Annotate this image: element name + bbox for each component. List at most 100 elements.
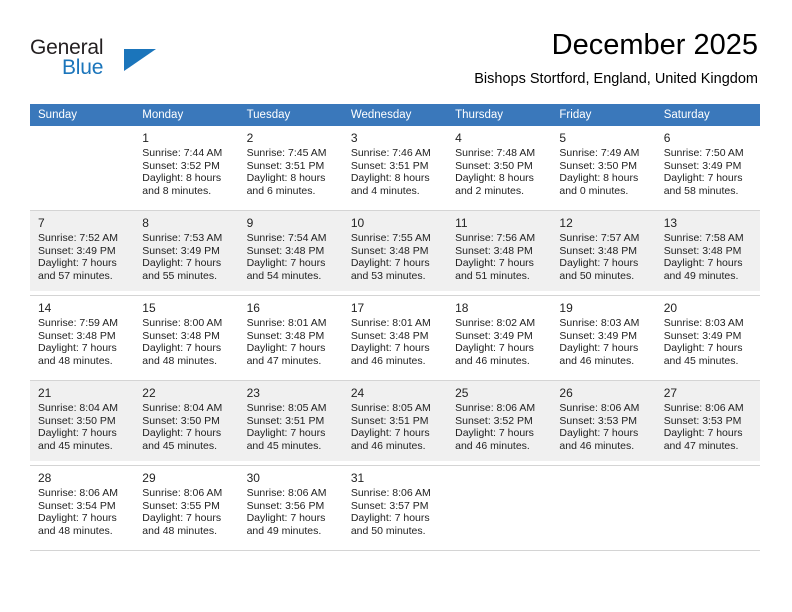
calendar-day-cell[interactable]: 17 Sunrise: 8:01 AM Sunset: 3:48 PM Dayligh…	[342, 295, 448, 381]
calendar-day-content: 29 Sunrise: 8:06 AM Sunset: 3:55 PM Dayligh…	[134, 466, 239, 546]
calendar-week-row: 14 Sunrise: 7:59 AM Sunset: 3:48 PM Dayligh…	[30, 295, 760, 381]
daylight-duration-line1: Daylight: 7 hours	[350, 257, 430, 270]
calendar-day-cell[interactable]: 2 Sunrise: 7:45 AM Sunset: 3:51 PM Daylight…	[238, 126, 343, 211]
daylight-duration-line2: and 2 minutes.	[455, 184, 525, 197]
day-sun-info: Sunrise: 8:06 AM Sunset: 3:55 PM Daylight:…	[142, 487, 232, 537]
calendar-day-content: 6 Sunrise: 7:50 AM Sunset: 3:49 PM Daylight…	[655, 126, 760, 206]
day-number: 19	[559, 301, 573, 315]
day-number: 24	[350, 386, 365, 400]
day-number: 26	[559, 386, 573, 400]
calendar-day-cell[interactable]: 11 Sunrise: 7:56 AM Sunset: 3:48 PM Dayligh…	[447, 210, 552, 296]
calendar-day-cell[interactable]: 6 Sunrise: 7:50 AM Sunset: 3:49 PM Daylight…	[655, 126, 760, 211]
calendar-day-cell[interactable]: 21 Sunrise: 8:04 AM Sunset: 3:50 PM Dayligh…	[30, 380, 135, 466]
calendar-day-cell[interactable]: 14 Sunrise: 7:59 AM Sunset: 3:48 PM Dayligh…	[30, 295, 135, 381]
calendar-day-content: 11 Sunrise: 7:56 AM Sunset: 3:48 PM Dayligh…	[447, 211, 552, 291]
calendar-day-cell[interactable]: 9 Sunrise: 7:54 AM Sunset: 3:48 PM Daylight…	[238, 210, 343, 296]
sunset-time: Sunset: 3:54 PM	[38, 499, 116, 512]
sunrise-time: Sunrise: 8:06 AM	[663, 402, 744, 414]
calendar-day-cell[interactable]: 8 Sunrise: 7:53 AM Sunset: 3:49 PM Daylight…	[134, 210, 239, 296]
calendar-day-content: 1 Sunrise: 7:44 AM Sunset: 3:52 PM Daylight…	[134, 126, 239, 206]
day-sun-info: Sunrise: 7:58 AM Sunset: 3:48 PM Daylight:…	[664, 232, 754, 282]
calendar-day-cell[interactable]: 15 Sunrise: 8:00 AM Sunset: 3:48 PM Dayligh…	[134, 295, 239, 381]
daylight-duration-line1: Daylight: 7 hours	[142, 342, 222, 355]
daylight-duration-line2: and 45 minutes.	[38, 439, 113, 452]
day-number: 13	[663, 216, 678, 230]
calendar-day-cell[interactable]: 23 Sunrise: 8:05 AM Sunset: 3:51 PM Dayligh…	[238, 380, 343, 466]
calendar-day-cell[interactable]: 1 Sunrise: 7:44 AM Sunset: 3:52 PM Daylight…	[134, 126, 239, 211]
day-sun-info: Sunrise: 7:49 AM Sunset: 3:50 PM Daylight:…	[559, 147, 649, 197]
daylight-duration-line2: and 6 minutes.	[246, 184, 316, 197]
day-sun-info: Sunrise: 7:52 AM Sunset: 3:49 PM Daylight:…	[38, 232, 128, 282]
calendar-day-cell[interactable]: 7 Sunrise: 7:52 AM Sunset: 3:49 PM Daylight…	[30, 210, 135, 296]
calendar-day-content: 16 Sunrise: 8:01 AM Sunset: 3:48 PM Dayligh…	[238, 296, 343, 376]
daylight-duration-line2: and 4 minutes.	[350, 184, 420, 197]
day-number: 18	[455, 301, 469, 315]
daylight-duration-line2: and 57 minutes.	[38, 269, 113, 282]
daylight-duration-line1: Daylight: 7 hours	[246, 342, 326, 355]
day-sun-info: Sunrise: 8:00 AM Sunset: 3:48 PM Daylight:…	[142, 317, 232, 367]
sunrise-time: Sunrise: 8:06 AM	[350, 487, 431, 499]
calendar-day-cell[interactable]: 29 Sunrise: 8:06 AM Sunset: 3:55 PM Dayligh…	[134, 465, 239, 551]
calendar-day-cell[interactable]: 10 Sunrise: 7:55 AM Sunset: 3:48 PM Dayligh…	[342, 210, 448, 296]
calendar-day-content: 4 Sunrise: 7:48 AM Sunset: 3:50 PM Daylight…	[447, 126, 552, 206]
sunset-time: Sunset: 3:51 PM	[246, 414, 325, 427]
general-blue-logo[interactable]: General Blue	[30, 36, 160, 84]
day-number: 9	[246, 216, 254, 230]
day-number: 31	[350, 471, 365, 485]
calendar-day-cell[interactable]: 19 Sunrise: 8:03 AM Sunset: 3:49 PM Dayligh…	[551, 295, 656, 381]
day-number: 20	[663, 301, 678, 315]
calendar-day-cell[interactable]: 20 Sunrise: 8:03 AM Sunset: 3:49 PM Dayligh…	[655, 295, 760, 381]
calendar-day-cell[interactable]: 30 Sunrise: 8:06 AM Sunset: 3:56 PM Dayligh…	[238, 465, 343, 551]
calendar-day-cell[interactable]: 13 Sunrise: 7:58 AM Sunset: 3:48 PM Dayligh…	[655, 210, 760, 296]
daylight-duration-line2: and 8 minutes.	[142, 184, 212, 197]
day-number: 5	[559, 131, 567, 145]
calendar-day-cell[interactable]: 3 Sunrise: 7:46 AM Sunset: 3:51 PM Daylight…	[342, 126, 448, 211]
daylight-duration-line2: and 58 minutes.	[663, 184, 739, 197]
day-number: 11	[455, 216, 468, 230]
daylight-duration-line2: and 46 minutes.	[350, 439, 426, 452]
daylight-duration-line2: and 48 minutes.	[38, 354, 113, 367]
calendar-week-row: 7 Sunrise: 7:52 AM Sunset: 3:49 PM Daylight…	[30, 210, 760, 296]
daylight-duration-line1: Daylight: 7 hours	[38, 512, 117, 525]
calendar-day-cell[interactable]: 28 Sunrise: 8:06 AM Sunset: 3:54 PM Dayligh…	[30, 465, 135, 551]
daylight-duration-line1: Daylight: 8 hours	[142, 172, 222, 185]
daylight-duration-line1: Daylight: 7 hours	[455, 427, 534, 440]
calendar-day-cell[interactable]: 22 Sunrise: 8:04 AM Sunset: 3:50 PM Dayligh…	[134, 380, 239, 466]
daylight-duration-line1: Daylight: 7 hours	[246, 257, 326, 270]
calendar-day-content: 14 Sunrise: 7:59 AM Sunset: 3:48 PM Dayligh…	[30, 296, 135, 376]
daylight-duration-line1: Daylight: 7 hours	[246, 512, 326, 525]
calendar-day-cell[interactable]: 5 Sunrise: 7:49 AM Sunset: 3:50 PM Daylight…	[551, 126, 656, 211]
calendar-day-cell[interactable]: 24 Sunrise: 8:05 AM Sunset: 3:51 PM Dayligh…	[342, 380, 448, 466]
daylight-duration-line1: Daylight: 7 hours	[663, 342, 743, 355]
calendar-day-content: 26 Sunrise: 8:06 AM Sunset: 3:53 PM Dayligh…	[551, 381, 656, 461]
calendar-day-content: 30 Sunrise: 8:06 AM Sunset: 3:56 PM Dayligh…	[238, 466, 343, 546]
day-sun-info: Sunrise: 7:50 AM Sunset: 3:49 PM Daylight:…	[664, 147, 754, 197]
sunset-time: Sunset: 3:48 PM	[663, 244, 742, 257]
day-sun-info: Sunrise: 7:45 AM Sunset: 3:51 PM Daylight:…	[247, 147, 337, 197]
daylight-duration-line2: and 49 minutes.	[246, 524, 322, 537]
daylight-duration-line2: and 46 minutes.	[455, 439, 530, 452]
calendar-day-cell[interactable]: 26 Sunrise: 8:06 AM Sunset: 3:53 PM Dayligh…	[551, 380, 656, 466]
day-sun-info: Sunrise: 8:04 AM Sunset: 3:50 PM Daylight:…	[38, 402, 128, 452]
calendar-day-cell[interactable]: 31 Sunrise: 8:06 AM Sunset: 3:57 PM Dayligh…	[342, 465, 448, 551]
calendar-day-cell[interactable]: 18 Sunrise: 8:02 AM Sunset: 3:49 PM Dayligh…	[447, 295, 552, 381]
daylight-duration-line2: and 51 minutes.	[455, 269, 530, 282]
sunrise-time: Sunrise: 7:45 AM	[246, 147, 327, 159]
calendar-day-cell[interactable]: 25 Sunrise: 8:06 AM Sunset: 3:52 PM Dayligh…	[447, 380, 552, 466]
weekday-header-wednesday: Wednesday	[342, 104, 448, 126]
daylight-duration-line1: Daylight: 7 hours	[455, 342, 534, 355]
sunrise-time: Sunrise: 8:02 AM	[455, 317, 536, 329]
sunset-time: Sunset: 3:48 PM	[246, 329, 325, 342]
weekday-header-thursday: Thursday	[447, 104, 552, 126]
weekday-header-saturday: Saturday	[655, 104, 760, 126]
calendar-day-cell[interactable]: 27 Sunrise: 8:06 AM Sunset: 3:53 PM Dayligh…	[655, 380, 760, 466]
daylight-duration-line2: and 54 minutes.	[246, 269, 322, 282]
calendar-day-content	[30, 126, 135, 206]
day-sun-info: Sunrise: 7:53 AM Sunset: 3:49 PM Daylight:…	[142, 232, 232, 282]
day-number: 27	[663, 386, 678, 400]
calendar-week-row: 21 Sunrise: 8:04 AM Sunset: 3:50 PM Dayligh…	[30, 380, 760, 466]
calendar-day-content: 25 Sunrise: 8:06 AM Sunset: 3:52 PM Dayligh…	[447, 381, 552, 461]
calendar-day-cell[interactable]: 4 Sunrise: 7:48 AM Sunset: 3:50 PM Daylight…	[447, 126, 552, 211]
calendar-day-cell[interactable]: 12 Sunrise: 7:57 AM Sunset: 3:48 PM Dayligh…	[551, 210, 656, 296]
calendar-day-cell[interactable]: 16 Sunrise: 8:01 AM Sunset: 3:48 PM Dayligh…	[238, 295, 343, 381]
